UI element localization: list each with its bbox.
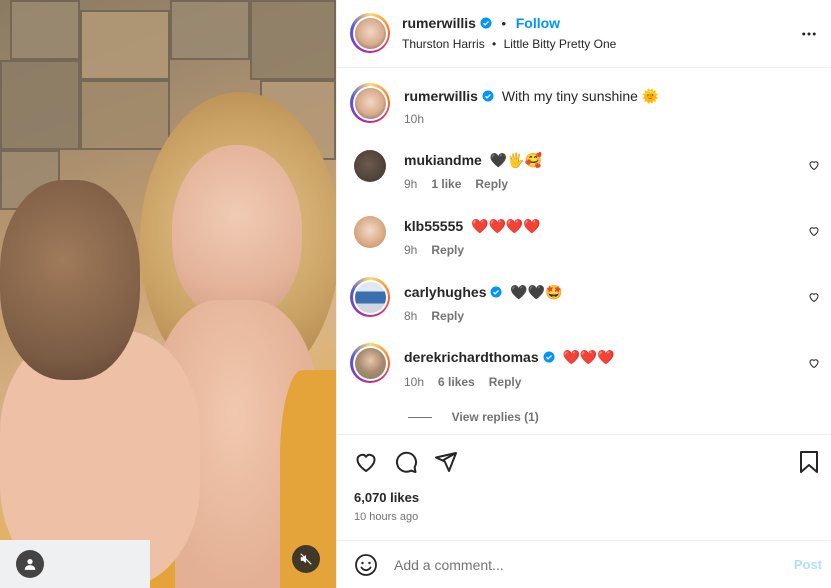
comment-line: mukiandme 🖤🖐🥰 — [404, 152, 542, 169]
comment-username[interactable]: mukiandme — [404, 152, 482, 168]
commenter-avatar[interactable] — [354, 150, 386, 182]
like-heart-icon[interactable] — [354, 450, 378, 474]
caption-username[interactable]: rumerwillis — [404, 88, 478, 104]
comment-time: 9h — [404, 243, 418, 257]
comment-time: 8h — [404, 309, 418, 323]
verified-badge-icon — [543, 351, 555, 363]
post-photo[interactable] — [0, 0, 336, 588]
view-replies-button[interactable]: View replies (1) — [408, 409, 539, 424]
stone-wall — [80, 80, 170, 150]
like-comment-heart-icon[interactable] — [808, 159, 820, 171]
comment-text: ❤️❤️❤️ — [562, 349, 615, 365]
caption-time: 10h — [404, 112, 425, 126]
caption: rumerwillis With my tiny sunshine 🌞 10h — [337, 80, 831, 130]
reply-line-divider — [408, 417, 432, 419]
comment-text: 🖤🖐🥰 — [489, 152, 542, 168]
comment-composer: Post — [337, 540, 831, 588]
comment-row: klb55555 ❤️❤️❤️❤️ 9h Reply — [337, 214, 831, 264]
stone-wall — [170, 0, 250, 60]
comment-likes[interactable]: 1 like — [431, 177, 461, 191]
like-comment-heart-icon[interactable] — [808, 291, 820, 303]
child-head — [0, 180, 140, 380]
verified-badge-icon — [480, 17, 492, 29]
comment-bubble-icon[interactable] — [394, 450, 418, 474]
stone-wall — [80, 10, 170, 80]
reply-button[interactable]: Reply — [431, 309, 464, 323]
comment-row: carlyhughes 🖤🖤🤩 8h Reply — [337, 277, 831, 328]
comment-meta: 8h Reply — [404, 309, 478, 323]
comment-username[interactable]: klb55555 — [404, 218, 463, 234]
audio-separator: • — [492, 37, 497, 51]
caption-avatar[interactable] — [350, 83, 390, 123]
verified-badge-icon — [490, 286, 502, 298]
woman-face — [172, 145, 302, 320]
share-paper-plane-icon[interactable] — [434, 450, 458, 474]
commenter-avatar[interactable] — [350, 343, 390, 383]
comment-meta: 9h 1 like Reply — [404, 177, 522, 191]
likes-count[interactable]: 6,070 likes — [354, 490, 419, 505]
caption-line: rumerwillis With my tiny sunshine 🌞 — [404, 88, 659, 105]
follow-button[interactable]: Follow — [516, 15, 560, 31]
user-icon — [24, 559, 36, 570]
comment-username[interactable]: derekrichardthomas — [404, 349, 539, 365]
post-comment-button[interactable]: Post — [794, 557, 822, 572]
post-time: 10 hours ago — [354, 511, 419, 523]
post-header: rumerwillis • Follow Thurston Harris • L… — [337, 0, 831, 68]
dot-separator: • — [501, 16, 507, 31]
stone-wall — [10, 0, 80, 60]
more-dots-icon[interactable] — [800, 25, 818, 43]
comment-username[interactable]: carlyhughes — [404, 284, 486, 300]
like-comment-heart-icon[interactable] — [808, 225, 820, 237]
tagged-users-button[interactable] — [16, 550, 44, 578]
emoji-smiley-icon[interactable] — [354, 553, 378, 577]
audio-line[interactable]: Thurston Harris • Little Bitty Pretty On… — [402, 37, 616, 51]
author-username[interactable]: rumerwillis — [402, 15, 476, 31]
audio-title: Little Bitty Pretty One — [503, 37, 617, 51]
verified-badge-icon — [482, 90, 494, 102]
comment-text: ❤️❤️❤️❤️ — [471, 218, 541, 234]
mute-button[interactable] — [292, 545, 320, 573]
comment-line: carlyhughes 🖤🖤🤩 — [404, 284, 563, 301]
view-replies-label: View replies (1) — [451, 410, 539, 424]
reply-button[interactable]: Reply — [475, 177, 508, 191]
comment-line: derekrichardthomas ❤️❤️❤️ — [404, 349, 615, 366]
comment-row: derekrichardthomas ❤️❤️❤️ 10h 6 likes Repl… — [337, 343, 831, 393]
comment-input[interactable] — [394, 553, 754, 577]
save-bookmark-icon[interactable] — [798, 450, 820, 474]
author-line: rumerwillis • Follow — [402, 15, 560, 31]
post-actions: 6,070 likes 10 hours ago — [337, 434, 831, 534]
comment-row: mukiandme 🖤🖐🥰 9h 1 like Reply — [337, 148, 831, 198]
like-comment-heart-icon[interactable] — [808, 357, 820, 369]
comment-line: klb55555 ❤️❤️❤️❤️ — [404, 218, 541, 235]
reply-button[interactable]: Reply — [431, 243, 464, 257]
author-avatar[interactable] — [350, 13, 390, 53]
commenter-avatar[interactable] — [350, 277, 390, 317]
post-details-panel: rumerwillis • Follow Thurston Harris • L… — [336, 0, 831, 588]
stone-wall — [250, 0, 336, 80]
comment-time: 9h — [404, 177, 418, 191]
commenter-avatar[interactable] — [354, 216, 386, 248]
stone-wall — [0, 60, 80, 150]
caption-text: With my tiny sunshine 🌞 — [501, 88, 660, 104]
reply-button[interactable]: Reply — [489, 375, 522, 389]
comment-meta: 10h 6 likes Reply — [404, 375, 535, 389]
comment-time: 10h — [404, 375, 425, 389]
speaker-muted-icon — [300, 553, 312, 565]
comment-likes[interactable]: 6 likes — [438, 375, 475, 389]
audio-artist: Thurston Harris — [402, 37, 485, 51]
comment-text: 🖤🖤🤩 — [510, 284, 563, 300]
comment-meta: 9h Reply — [404, 243, 478, 257]
